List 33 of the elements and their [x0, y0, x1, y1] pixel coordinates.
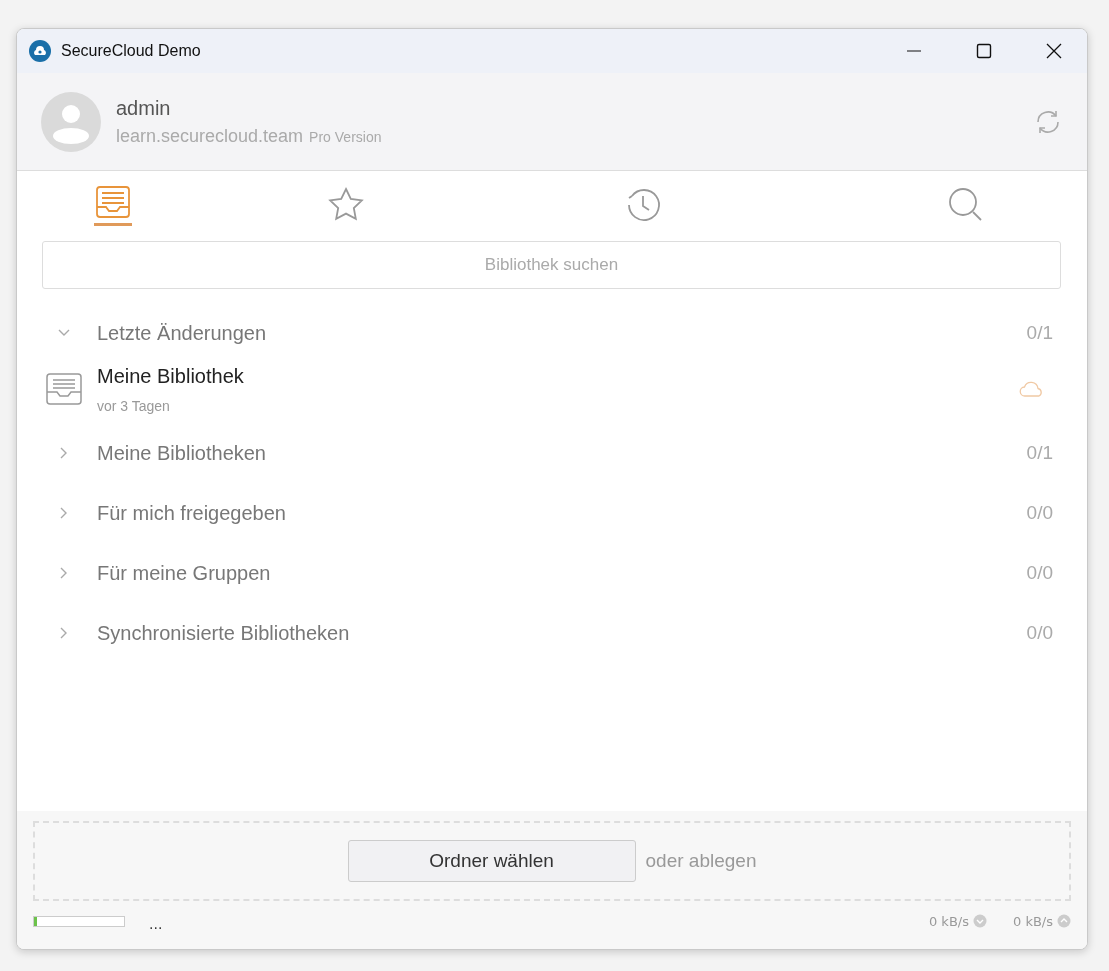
inbox-tray-icon — [46, 372, 82, 406]
section-count: 0/1 — [1026, 322, 1053, 344]
upload-icon — [1057, 914, 1071, 928]
section-title: Meine Bibliotheken — [97, 441, 266, 465]
section-count: 0/0 — [1026, 502, 1053, 524]
section-header[interactable]: Für meine Gruppen 0/0 — [17, 543, 1087, 603]
section-header[interactable]: Für mich freigegeben 0/0 — [17, 483, 1087, 543]
library-name: Meine Bibliothek — [97, 364, 244, 388]
status-text: ... — [149, 916, 163, 932]
edition-label: Pro Version — [309, 128, 382, 145]
account-name: admin — [116, 96, 172, 120]
cloud-icon — [1019, 380, 1045, 398]
section-title: Letzte Änderungen — [97, 321, 267, 345]
section-count: 0/1 — [1026, 442, 1053, 464]
section-title: Synchronisierte Bibliotheken — [97, 621, 350, 645]
library-time: vor 3 Tagen — [97, 397, 171, 414]
section-title: Für meine Gruppen — [97, 561, 271, 585]
section-title: Für mich freigegeben — [97, 501, 286, 525]
drop-hint: oder ablegen — [645, 850, 757, 872]
search-field[interactable]: Bibliothek suchen — [42, 241, 1061, 289]
section-count: 0/0 — [1026, 562, 1053, 584]
upload-rate: 0 kB/s — [1013, 913, 1053, 929]
drop-zone[interactable]: Ordner wählen oder ablegen — [33, 821, 1071, 901]
download-icon — [973, 914, 987, 928]
cloud-logo-icon — [29, 40, 51, 62]
avatar-icon — [41, 91, 101, 152]
window-title: SecureCloud Demo — [61, 42, 201, 60]
inbox-tray-icon — [94, 183, 133, 226]
section-header[interactable]: Synchronisierte Bibliotheken 0/0 — [17, 603, 1087, 663]
download-rate: 0 kB/s — [928, 913, 969, 929]
server-address: learn.securecloud.team — [116, 125, 304, 147]
choose-folder-button[interactable]: Ordner wählen — [347, 840, 636, 882]
section-count: 0/0 — [1026, 622, 1053, 644]
